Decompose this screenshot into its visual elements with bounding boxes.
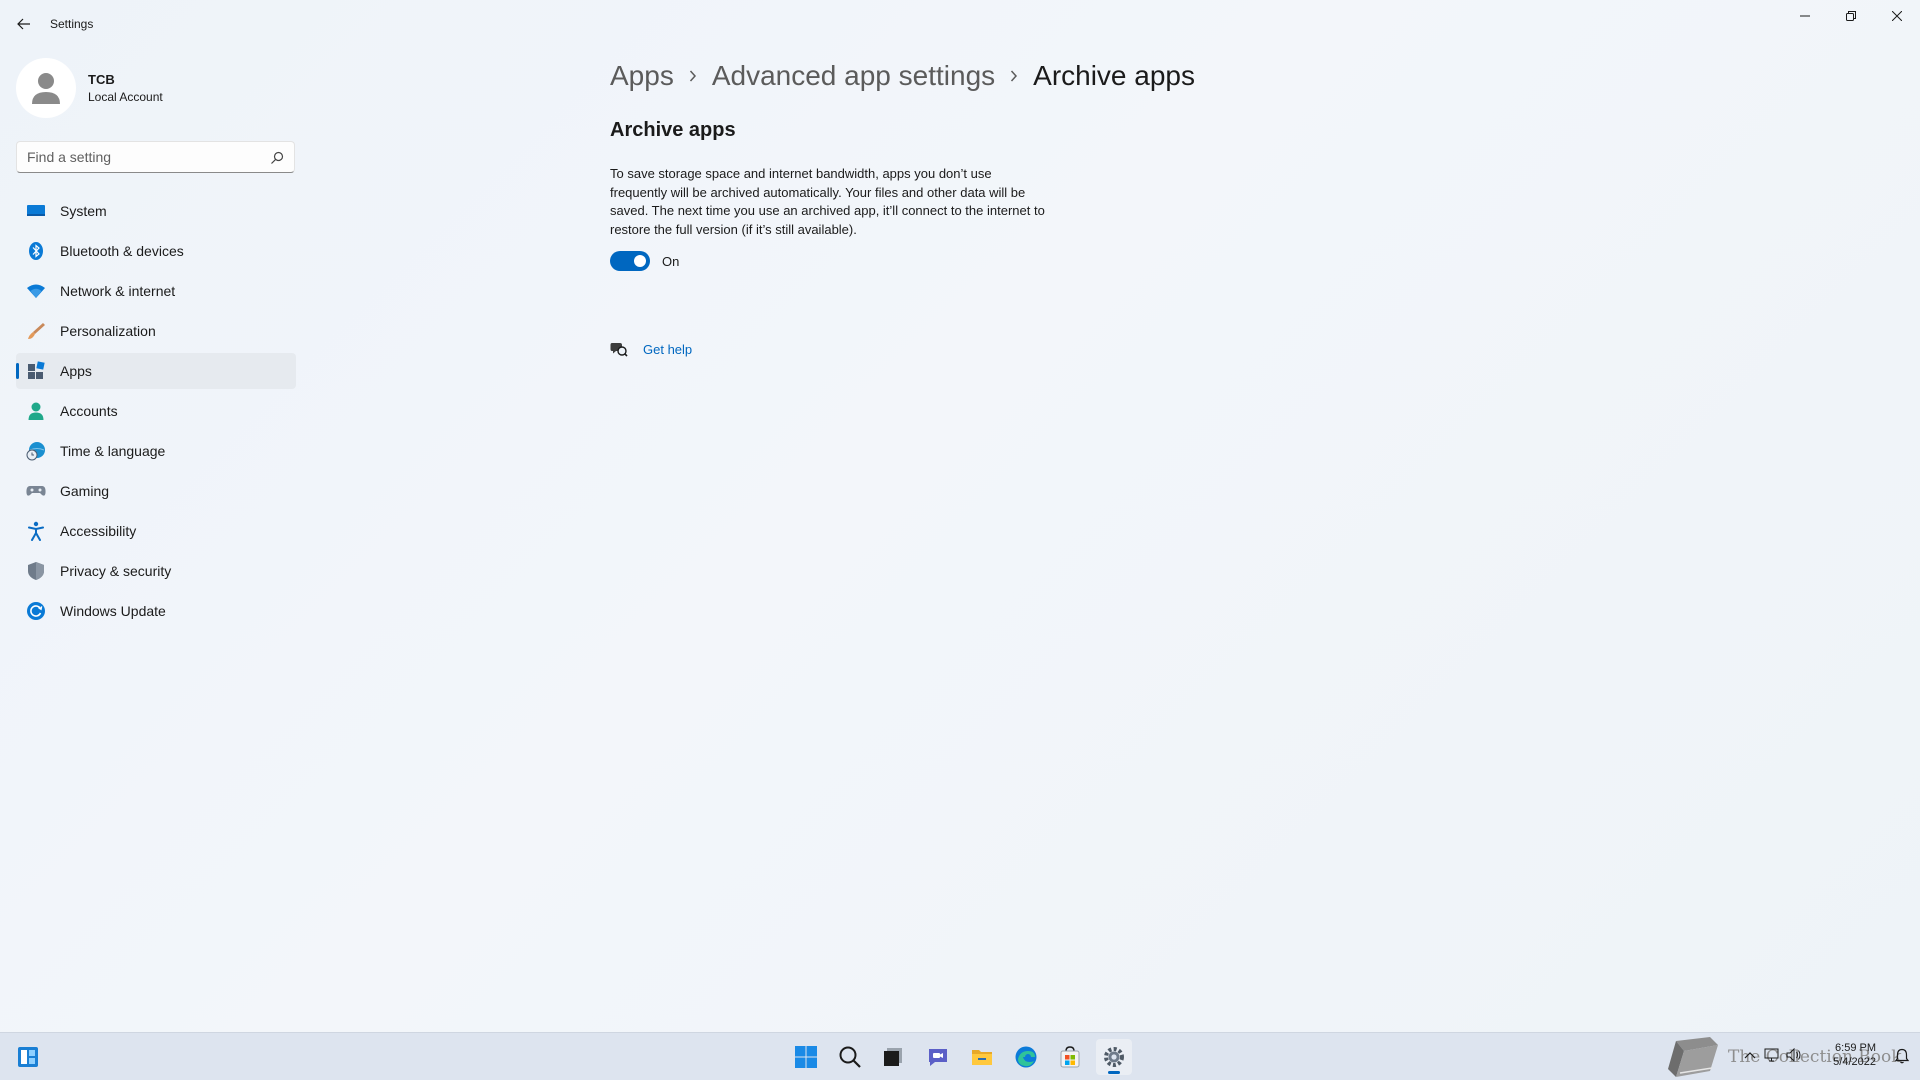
archive-description: To save storage space and internet bandw… <box>610 166 1045 237</box>
toggle-state-label: On <box>662 253 680 269</box>
sidebar-item-gaming[interactable]: Gaming <box>16 473 296 509</box>
restore-icon <box>1846 11 1856 21</box>
avatar <box>16 58 76 118</box>
app-title: Settings <box>50 17 94 31</box>
breadcrumb-apps[interactable]: Apps <box>610 60 674 92</box>
breadcrumb-advanced-app-settings[interactable]: Advanced app settings <box>712 60 995 92</box>
search-input[interactable] <box>27 148 257 166</box>
clock-time: 6:59 PM <box>1835 1042 1876 1054</box>
sidebar-item-label: Accounts <box>60 403 118 419</box>
back-button[interactable] <box>10 10 38 38</box>
accessibility-icon <box>26 521 46 541</box>
chevron-up-icon[interactable] <box>1742 1047 1758 1063</box>
toggle-knob <box>634 255 646 267</box>
search-box[interactable] <box>16 141 295 173</box>
sidebar: TCB Local Account System Bluetooth & dev… <box>0 48 310 1028</box>
sidebar-item-apps[interactable]: Apps <box>16 353 296 389</box>
sidebar-item-accessibility[interactable]: Accessibility <box>16 513 296 549</box>
apps-icon <box>26 361 46 381</box>
gear-icon <box>1104 1047 1124 1067</box>
windows-logo-icon <box>795 1046 817 1068</box>
taskbar-search-button[interactable] <box>832 1039 868 1075</box>
edge-button[interactable] <box>1008 1039 1044 1075</box>
gamepad-icon <box>26 481 46 501</box>
file-explorer-button[interactable] <box>964 1039 1000 1075</box>
user-profile[interactable]: TCB Local Account <box>16 58 163 118</box>
store-icon <box>1060 1046 1080 1068</box>
close-button[interactable] <box>1874 0 1920 32</box>
back-arrow-icon <box>17 18 30 30</box>
chat-icon <box>929 1049 947 1066</box>
store-button[interactable] <box>1052 1039 1088 1075</box>
profile-name: TCB <box>88 72 115 87</box>
person-icon <box>26 401 46 421</box>
sidebar-item-bluetooth[interactable]: Bluetooth & devices <box>16 233 296 269</box>
taskbar: The Collection Book 6:59 PM 5/4/2022 <box>0 1032 1920 1080</box>
sidebar-item-system[interactable]: System <box>16 193 296 229</box>
sidebar-item-label: Personalization <box>60 323 156 339</box>
edge-browser-icon <box>1015 1046 1037 1068</box>
profile-account-type: Local Account <box>88 90 163 104</box>
widgets-button[interactable] <box>10 1039 46 1075</box>
brush-icon <box>26 321 46 341</box>
chevron-right-icon <box>674 54 712 98</box>
get-help-icon <box>610 343 628 357</box>
minimize-button[interactable] <box>1782 0 1828 32</box>
restore-button[interactable] <box>1828 0 1874 32</box>
widgets-icon <box>18 1047 38 1067</box>
archive-apps-toggle[interactable] <box>610 251 650 271</box>
task-view-button[interactable] <box>875 1039 911 1075</box>
volume-icon[interactable] <box>1786 1047 1802 1063</box>
notification-bell-icon[interactable] <box>1894 1048 1910 1064</box>
close-icon <box>1892 11 1902 21</box>
task-view-icon <box>884 1048 902 1066</box>
globe-clock-icon <box>26 441 46 461</box>
sidebar-item-label: Gaming <box>60 483 110 499</box>
sidebar-item-personalization[interactable]: Personalization <box>16 313 296 349</box>
sidebar-item-label: System <box>60 203 107 219</box>
sidebar-item-label: Windows Update <box>60 603 166 619</box>
sidebar-item-accounts[interactable]: Accounts <box>16 393 296 429</box>
search-icon <box>271 151 284 164</box>
archive-toggle-row: On <box>610 251 679 271</box>
sidebar-item-label: Accessibility <box>60 523 137 539</box>
system-tray <box>1742 1047 1802 1063</box>
user-avatar-icon <box>32 73 60 104</box>
sidebar-item-label: Network & internet <box>60 283 176 299</box>
sidebar-item-privacy[interactable]: Privacy & security <box>16 553 296 589</box>
sidebar-item-time-language[interactable]: Time & language <box>16 433 296 469</box>
sidebar-item-label: Apps <box>60 363 92 379</box>
nav-list: System Bluetooth & devices Network & int… <box>16 193 296 633</box>
network-icon[interactable] <box>1764 1047 1780 1063</box>
get-help-row[interactable]: Get help <box>610 340 692 358</box>
breadcrumb-archive-apps: Archive apps <box>1033 60 1196 91</box>
section-title: Archive apps <box>610 119 736 141</box>
breadcrumb: Apps Advanced app settings Archive apps <box>610 54 1195 98</box>
folder-icon <box>972 1050 992 1065</box>
window-controls <box>1782 0 1920 32</box>
sidebar-item-label: Bluetooth & devices <box>60 243 184 259</box>
update-icon <box>26 601 46 621</box>
wifi-icon <box>26 281 46 301</box>
settings-taskbar-button[interactable] <box>1096 1039 1132 1075</box>
chat-button[interactable] <box>920 1039 956 1075</box>
shield-icon <box>26 561 46 581</box>
bluetooth-icon <box>26 241 46 261</box>
settings-window: Settings TCB Local Account Find a settin… <box>0 0 1920 1032</box>
chevron-right-icon <box>995 54 1033 98</box>
sidebar-item-label: Time & language <box>60 443 166 459</box>
sidebar-item-network[interactable]: Network & internet <box>16 273 296 309</box>
system-icon <box>26 201 46 221</box>
clock[interactable]: 6:59 PM 5/4/2022 <box>1833 1041 1876 1069</box>
start-button[interactable] <box>788 1039 824 1075</box>
search-icon <box>839 1046 861 1068</box>
clock-date: 5/4/2022 <box>1833 1056 1876 1068</box>
sidebar-item-windows-update[interactable]: Windows Update <box>16 593 296 629</box>
minimize-icon <box>1800 15 1810 17</box>
get-help-link[interactable]: Get help <box>643 342 692 357</box>
title-bar: Settings <box>0 0 1920 48</box>
profile-text: TCB Local Account <box>88 72 163 104</box>
book-logo-icon <box>1668 1037 1718 1077</box>
sidebar-item-label: Privacy & security <box>60 563 172 579</box>
